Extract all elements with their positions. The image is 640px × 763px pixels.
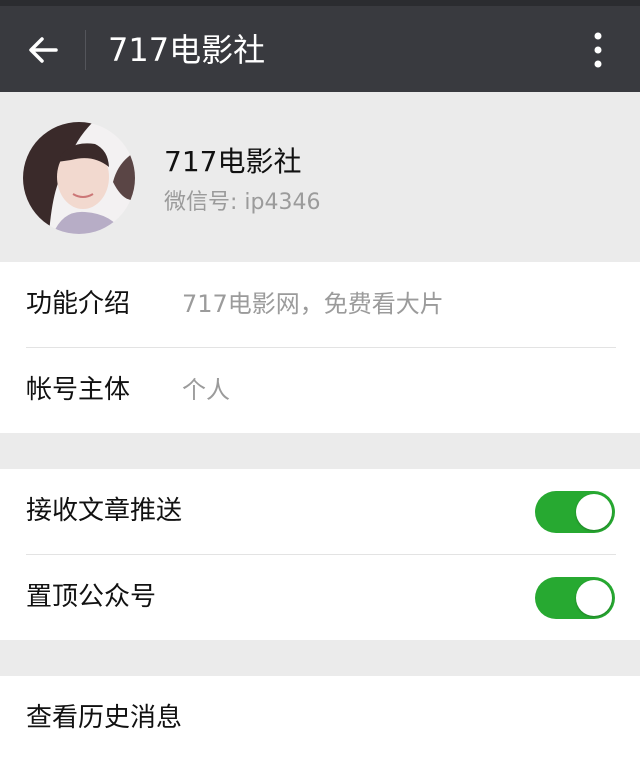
account-subject-value: 个人 [182, 376, 230, 404]
toggle-knob [576, 580, 612, 616]
avatar-photo [23, 122, 135, 234]
view-history-row[interactable]: 查看历史消息 [0, 676, 640, 761]
settings-group: 接收文章推送 置顶公众号 [0, 469, 640, 640]
receive-push-label: 接收文章推送 [26, 496, 183, 526]
receive-push-toggle[interactable] [535, 491, 615, 533]
profile-header: 717电影社 微信号: ip4346 [0, 92, 640, 262]
history-group: 查看历史消息 [0, 676, 640, 763]
page-title: 717电影社 [108, 31, 266, 69]
avatar[interactable] [23, 122, 135, 234]
function-intro-label: 功能介绍 [26, 289, 131, 319]
function-intro-value: 717电影网，免费看大片 [182, 290, 444, 318]
pin-account-row: 置顶公众号 [0, 555, 640, 640]
account-subject-label: 帐号主体 [26, 375, 131, 405]
back-button[interactable] [22, 28, 66, 72]
receive-push-row: 接收文章推送 [0, 469, 640, 554]
account-subject-row: 帐号主体 个人 [0, 348, 640, 433]
pin-account-toggle[interactable] [535, 577, 615, 619]
arrow-left-icon [29, 37, 58, 63]
toggle-knob [576, 494, 612, 530]
function-intro-row: 功能介绍 717电影网，免费看大片 [0, 262, 640, 347]
header-separator [85, 30, 86, 70]
top-app-bar: 717电影社 [0, 0, 640, 92]
wechat-id: 微信号: ip4346 [164, 190, 321, 215]
account-name: 717电影社 [164, 145, 302, 178]
status-bar-strip [0, 0, 640, 6]
more-button[interactable] [580, 28, 616, 72]
view-history-label: 查看历史消息 [26, 703, 183, 733]
info-group: 功能介绍 717电影网，免费看大片 帐号主体 个人 [0, 262, 640, 433]
pin-account-label: 置顶公众号 [26, 582, 157, 612]
more-vertical-icon [594, 32, 602, 68]
